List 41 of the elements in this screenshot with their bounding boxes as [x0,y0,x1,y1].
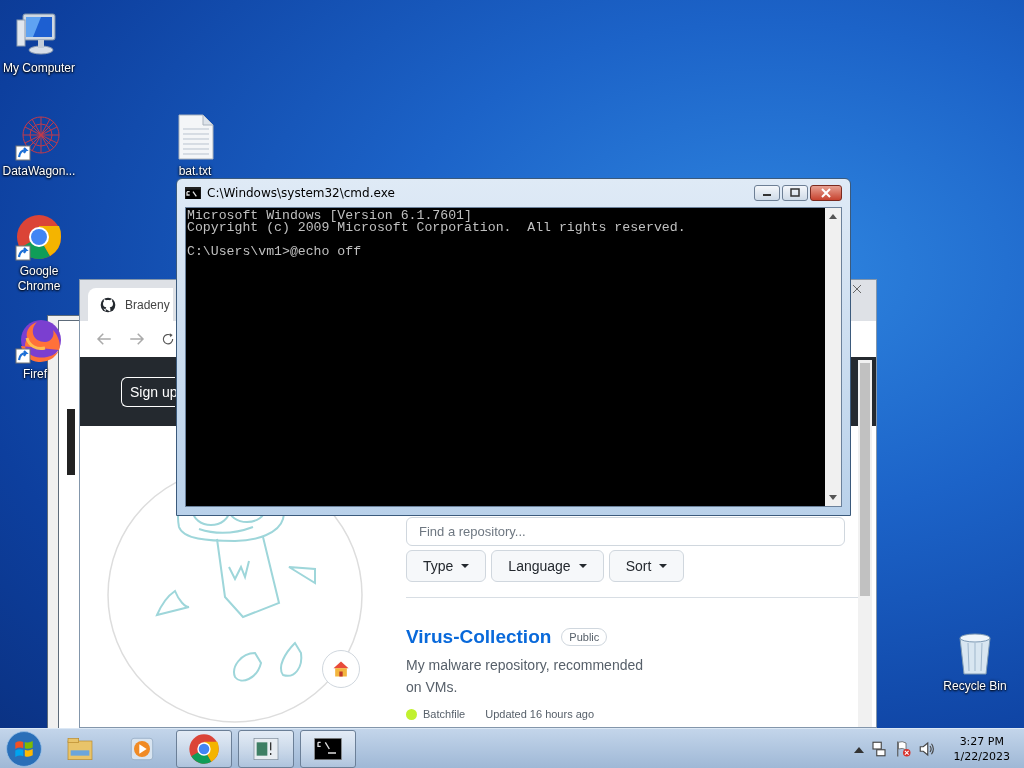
repository-search-field[interactable]: Find a repository... [406,517,845,546]
close-button[interactable] [810,185,842,201]
octocat-icon [100,296,116,313]
maximize-button[interactable] [782,185,808,201]
browser-logo-icon [188,732,220,765]
minimize-button[interactable] [754,185,780,201]
house-icon [331,659,351,679]
browser-tab[interactable]: Bradeny [88,288,173,321]
scrollbar[interactable] [858,360,872,727]
scroll-up-icon [829,213,837,219]
reload-icon[interactable] [161,332,175,346]
close-icon [851,283,863,295]
scrollbar[interactable] [825,208,841,506]
filter-dropdown-button[interactable]: Sort [608,550,685,582]
network-icon[interactable] [869,739,888,758]
window-title: C:\Windows\system32\cmd.exe [207,186,396,200]
console-text: Copyright (c) 2009 Microsoft Corporation. All rights reserved. [187,222,687,234]
command-prompt-text: C:\Users\vm1>@echo off [187,246,363,258]
start-button[interactable] [4,729,44,768]
console-text: Microsoft Windows [Version 6.1.7601] [187,210,472,222]
updated-label: Updated 16 hours ago [485,708,595,720]
clock[interactable]: 3:27 PM 1/22/2023 [953,733,1010,764]
filter-dropdown-button[interactable]: Type [406,550,487,582]
taskbar-button[interactable] [300,729,356,768]
filter-dropdown-button[interactable]: Language [491,550,604,582]
language-label: Batchfile [423,708,466,720]
icon-label[interactable]: Firef [23,367,47,382]
icon-label[interactable]: DataWagon... [0,164,78,179]
close-icon [820,188,832,198]
icon-label[interactable]: bat.txt [156,164,234,179]
language-dot [406,708,417,720]
windows-logo-icon [5,729,43,768]
console-app-icon [185,187,201,199]
speaker-icon[interactable] [917,739,936,758]
repository-description: My malware repository, recommended on VMs. [406,656,645,697]
maximize-icon [789,188,801,198]
icon-label[interactable]: My Computer [0,61,78,76]
repository-link[interactable]: Virus-Collection [406,626,552,648]
icon-label[interactable]: Recycle Bin [936,679,1014,694]
icon-label[interactable]: Google Chrome [0,264,78,294]
scroll-down-icon [829,495,837,501]
